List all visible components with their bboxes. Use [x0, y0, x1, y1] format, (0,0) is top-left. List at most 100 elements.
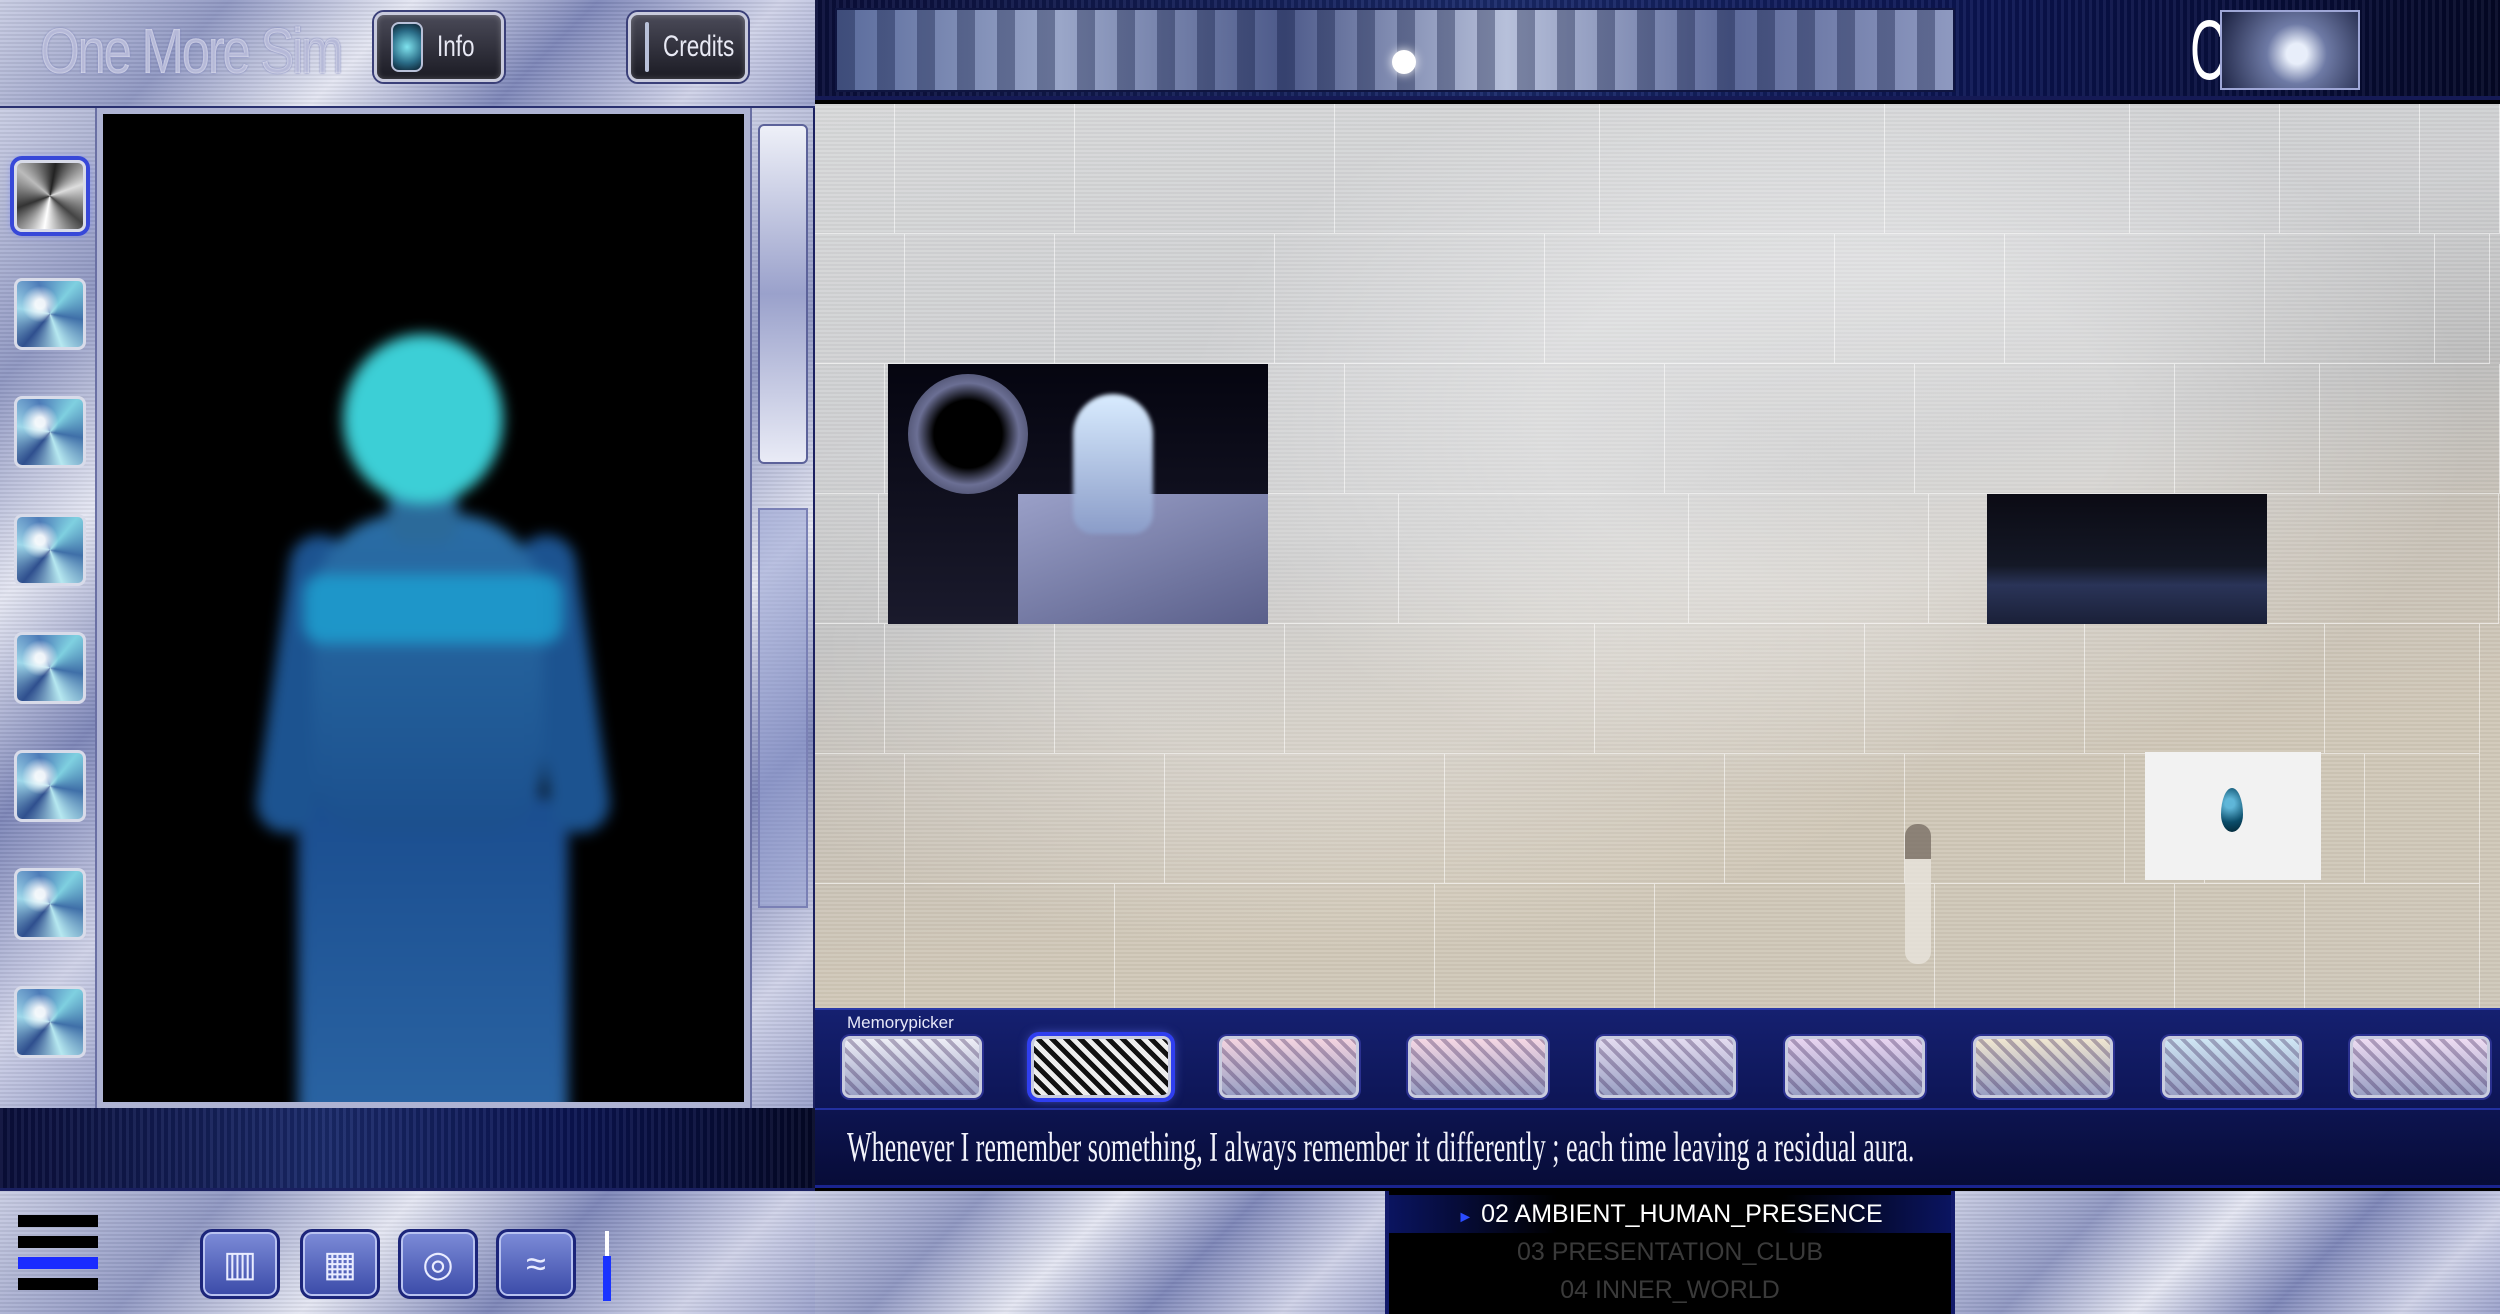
- grid-cell[interactable]: [905, 884, 1115, 1008]
- grid-cell[interactable]: [2175, 884, 2305, 1008]
- info-gem-icon: [391, 22, 423, 72]
- credits-button[interactable]: Credits: [628, 12, 748, 82]
- grid-cell[interactable]: [905, 234, 1055, 364]
- grid-cell[interactable]: [2320, 364, 2500, 494]
- grid-cell[interactable]: [1335, 104, 1600, 234]
- credits-gem-icon: [645, 22, 649, 72]
- quote-bar: Whenever I remember something, I always …: [815, 1108, 2500, 1188]
- rail-thumb-6[interactable]: [14, 750, 86, 822]
- grid-cell[interactable]: [2085, 624, 2325, 754]
- bars-icon[interactable]: ▥: [200, 1229, 280, 1299]
- menu-icon[interactable]: [18, 1215, 98, 1295]
- grid-cell[interactable]: [2435, 234, 2490, 364]
- memory-thumb[interactable]: [2350, 1036, 2490, 1098]
- grid-cell[interactable]: [885, 624, 1055, 754]
- revealed-cell-sea[interactable]: [1987, 494, 2267, 624]
- grid-cell[interactable]: [1865, 624, 2085, 754]
- grid-cell[interactable]: [1835, 234, 2005, 364]
- memory-thumb[interactable]: [842, 1036, 982, 1098]
- rail-thumb-4[interactable]: [14, 514, 86, 586]
- rail-thumb-1[interactable]: [14, 160, 86, 232]
- grid-cell[interactable]: [2175, 364, 2320, 494]
- revealed-cell-figure[interactable]: [888, 364, 1268, 624]
- grid-cell[interactable]: [2265, 234, 2435, 364]
- grid-cell[interactable]: [2325, 624, 2480, 754]
- grid-cell[interactable]: [1285, 624, 1595, 754]
- grid-cell[interactable]: [1725, 754, 1905, 884]
- grid-cell[interactable]: [815, 754, 905, 884]
- grid-cell[interactable]: [1915, 364, 2175, 494]
- grid-icon[interactable]: ▦: [300, 1229, 380, 1299]
- grid-cell[interactable]: [1545, 234, 1835, 364]
- grid-cell[interactable]: [1275, 234, 1545, 364]
- memory-thumb[interactable]: [1030, 1036, 1171, 1098]
- grid-cell[interactable]: [815, 104, 895, 234]
- grid-cell[interactable]: [1399, 494, 1689, 624]
- track-label: 02 AMBIENT_HUMAN_PRESENCE: [1481, 1200, 1883, 1228]
- memorypicker-label: Memorypicker: [847, 1013, 954, 1032]
- info-button-label: Info: [436, 30, 475, 63]
- grid-cell[interactable]: [2365, 754, 2480, 884]
- rail-thumb-3[interactable]: [14, 396, 86, 468]
- grid-cell[interactable]: [2420, 104, 2500, 234]
- grid-cell[interactable]: [1665, 364, 1915, 494]
- memory-thumb[interactable]: [1973, 1036, 2113, 1098]
- memory-thumb[interactable]: [1784, 1036, 1925, 1098]
- rail-thumb-7[interactable]: [14, 868, 86, 940]
- grid-cell[interactable]: [1075, 104, 1335, 234]
- grid-cell[interactable]: [1445, 754, 1725, 884]
- grid-cell[interactable]: [1435, 884, 1655, 1008]
- info-button[interactable]: Info: [374, 12, 504, 82]
- banner-artwork: [835, 8, 1955, 92]
- grid-cell[interactable]: [1055, 234, 1275, 364]
- character-viewer[interactable]: [97, 108, 750, 1108]
- grid-cell[interactable]: [815, 884, 905, 1008]
- rail-thumb-5[interactable]: [14, 632, 86, 704]
- grid-cell[interactable]: [815, 234, 905, 364]
- slider-fill: [603, 1255, 611, 1301]
- grid-cell[interactable]: [2005, 234, 2265, 364]
- grid-cell[interactable]: [815, 624, 885, 754]
- grid-cell[interactable]: [815, 494, 879, 624]
- thumbnail-rail: [0, 108, 97, 1108]
- track-item[interactable]: ► 02 AMBIENT_HUMAN_PRESENCE: [1389, 1195, 1951, 1233]
- track-item[interactable]: 03 PRESENTATION_CLUB: [1389, 1233, 1951, 1271]
- grid-cell[interactable]: [2130, 104, 2280, 234]
- app-title: One More Sim: [40, 15, 344, 87]
- grid-cell[interactable]: [2280, 104, 2420, 234]
- grid-cell[interactable]: [1165, 754, 1445, 884]
- grid-cell[interactable]: [1885, 104, 2130, 234]
- spiral-icon[interactable]: ◎: [398, 1229, 478, 1299]
- memory-thumb[interactable]: [2161, 1036, 2302, 1098]
- grid-cell[interactable]: [1655, 884, 1935, 1008]
- grid-cell[interactable]: [1905, 754, 2125, 884]
- memory-thumb[interactable]: [1407, 1036, 1548, 1098]
- grid-cell[interactable]: [1595, 624, 1865, 754]
- credits-button-label: Credits: [663, 30, 735, 63]
- memory-thumb[interactable]: [1596, 1036, 1736, 1098]
- rail-thumb-8[interactable]: [14, 986, 86, 1058]
- grid-cell[interactable]: [1055, 624, 1285, 754]
- grid-cell[interactable]: [2305, 884, 2480, 1008]
- scrollbar[interactable]: [758, 124, 808, 464]
- spiral-glyph: ◎: [422, 1243, 454, 1284]
- track-label: 03 PRESENTATION_CLUB: [1516, 1238, 1824, 1266]
- left-header: One More Sim Info Credits: [0, 0, 815, 108]
- rail-thumb-2[interactable]: [14, 278, 86, 350]
- track-item[interactable]: 04 INNER_WORLD: [1389, 1271, 1951, 1309]
- grid-cell[interactable]: [1600, 104, 1885, 234]
- wave-icon[interactable]: ≈: [496, 1229, 576, 1299]
- revealed-cell-drop[interactable]: [2145, 752, 2321, 880]
- grid-cell[interactable]: [1345, 364, 1665, 494]
- grid-cell[interactable]: [815, 364, 885, 494]
- bars-glyph: ▥: [222, 1243, 257, 1284]
- grid-cell[interactable]: [905, 754, 1165, 884]
- memory-thumb[interactable]: [1219, 1036, 1359, 1098]
- grid-cell[interactable]: [2239, 494, 2499, 624]
- grid-cell[interactable]: [1935, 884, 2175, 1008]
- grid-cell[interactable]: [895, 104, 1075, 234]
- grid-cell[interactable]: [1689, 494, 1929, 624]
- volume-slider[interactable]: [600, 1231, 614, 1301]
- grid-cell[interactable]: [1115, 884, 1435, 1008]
- moon-icon: [1392, 50, 1416, 74]
